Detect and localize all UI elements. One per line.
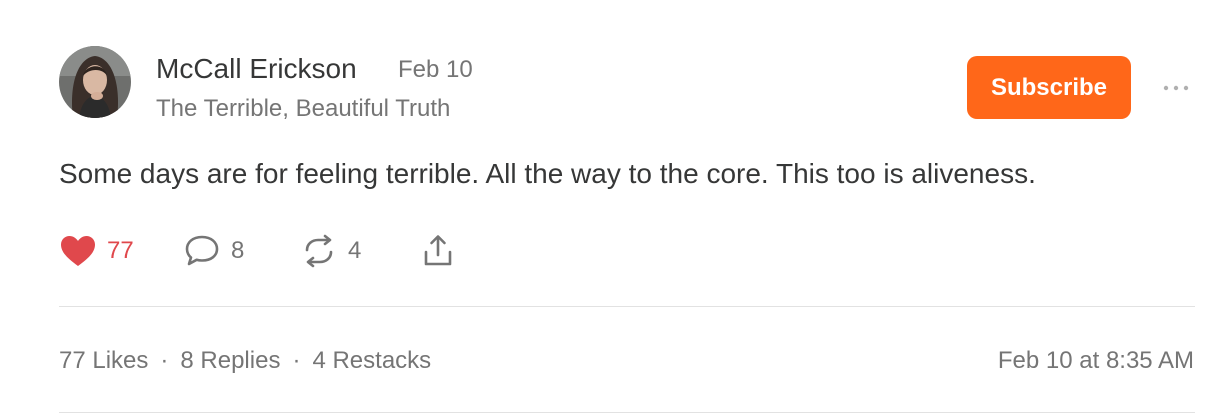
comment-icon [183, 233, 221, 269]
like-button[interactable]: 77 [59, 232, 134, 270]
replies-stat[interactable]: 8 Replies [180, 347, 280, 374]
share-icon [420, 233, 456, 269]
publication-name[interactable]: The Terrible, Beautiful Truth [156, 94, 450, 124]
likes-stat[interactable]: 77 Likes [59, 347, 148, 374]
post-stats: 77 Likes · 8 Replies · 4 Restacks [59, 346, 431, 376]
restacks-stat[interactable]: 4 Restacks [312, 347, 431, 374]
post-timestamp: Feb 10 at 8:35 AM [997, 347, 1194, 374]
reply-button[interactable]: 8 [183, 232, 244, 270]
heart-icon [59, 234, 97, 268]
stat-separator: · [160, 347, 169, 374]
restack-button[interactable]: 4 [300, 232, 361, 270]
divider [59, 306, 1195, 307]
author-avatar[interactable] [59, 46, 131, 118]
post-date: Feb 10 [398, 56, 473, 83]
author-name[interactable]: McCall Erickson [156, 52, 357, 86]
post-body: Some days are for feeling terrible. All … [59, 158, 1036, 189]
divider [59, 412, 1195, 413]
share-button[interactable] [420, 232, 456, 270]
like-count: 77 [107, 237, 134, 264]
ellipsis-icon[interactable] [1160, 78, 1192, 98]
restack-count: 4 [348, 237, 362, 264]
restack-icon [300, 233, 338, 269]
stat-separator: · [292, 347, 301, 374]
subscribe-button[interactable]: Subscribe [967, 56, 1131, 119]
reply-count: 8 [231, 237, 245, 264]
